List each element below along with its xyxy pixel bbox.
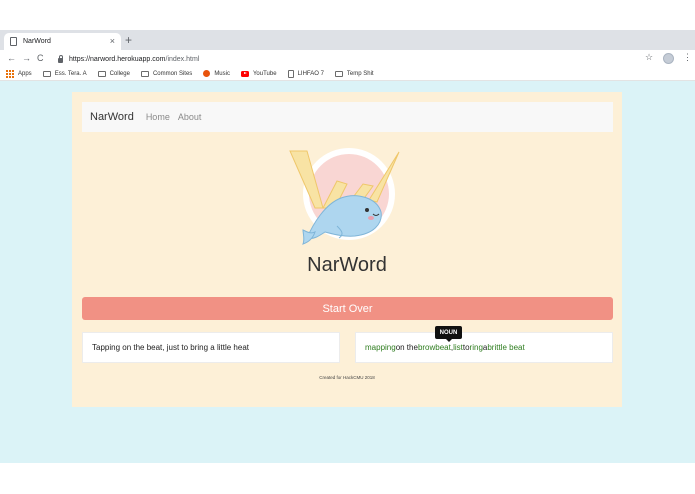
apps-grid-icon bbox=[6, 69, 14, 78]
screen-bottom-margin bbox=[0, 463, 695, 494]
bookmark-star-icon[interactable]: ☆ bbox=[645, 52, 653, 63]
folder-icon bbox=[97, 70, 106, 77]
word-list[interactable]: list bbox=[453, 343, 463, 352]
narwhal-cheek bbox=[368, 216, 374, 220]
youtube-icon bbox=[240, 70, 249, 77]
tab-title: NarWord bbox=[23, 38, 51, 45]
folder-icon bbox=[140, 70, 149, 77]
narwhal-logo bbox=[289, 148, 400, 245]
page-icon bbox=[287, 69, 294, 78]
generated-lyric-box: mapping on the browbeat, list to ring a … bbox=[355, 332, 613, 363]
bookmark-label: LIHFAO 7 bbox=[297, 70, 324, 77]
part-of-speech-tooltip: NOUN bbox=[435, 326, 462, 342]
footer-credit: Created for HackCMU 2018 bbox=[319, 375, 375, 380]
narwhal-eye bbox=[365, 208, 369, 212]
navbar-brand[interactable]: NarWord bbox=[90, 111, 134, 123]
original-lyric-box: Tapping on the beat, just to bring a lit… bbox=[82, 332, 340, 363]
folder-icon bbox=[42, 70, 51, 77]
word-brittle-beat[interactable]: brittle beat bbox=[487, 343, 524, 352]
page-title: NarWord bbox=[307, 254, 387, 276]
back-button[interactable]: ← bbox=[7, 51, 16, 65]
reload-button[interactable]: C bbox=[37, 51, 44, 65]
bookmark-lihfao[interactable]: LIHFAO 7 bbox=[287, 69, 324, 78]
tab-close-button[interactable]: × bbox=[110, 37, 115, 46]
address-bar[interactable]: https://narword.herokuapp.com/index.html bbox=[52, 52, 652, 66]
lyric-text: to bbox=[462, 343, 470, 352]
nav-link-home[interactable]: Home bbox=[146, 112, 170, 122]
forward-button[interactable]: → bbox=[22, 51, 31, 65]
bookmark-label: College bbox=[109, 70, 130, 77]
bookmark-label: Ess. Tera. A bbox=[54, 70, 87, 77]
original-lyric-text: Tapping on the beat, just to bring a lit… bbox=[92, 343, 249, 352]
lyric-text: on the bbox=[395, 343, 418, 352]
bookmarks-bar: Apps Ess. Tera. A College Common Sites M… bbox=[0, 67, 695, 81]
url-text: https://narword.herokuapp.com/index.html bbox=[69, 55, 200, 63]
word-mapping[interactable]: mapping bbox=[365, 343, 396, 352]
bookmark-college[interactable]: College bbox=[97, 70, 130, 77]
bookmark-label: Temp Shit bbox=[346, 70, 374, 77]
nav-link-about[interactable]: About bbox=[178, 112, 202, 122]
page-icon bbox=[10, 37, 17, 46]
browser-tab[interactable]: NarWord × bbox=[4, 33, 121, 50]
bookmark-common-sites[interactable]: Common Sites bbox=[140, 70, 193, 77]
lock-icon bbox=[58, 54, 63, 63]
word-ring[interactable]: ring bbox=[470, 343, 483, 352]
word-browbeat[interactable]: browbeat bbox=[418, 343, 451, 352]
bookmark-label: Music bbox=[214, 70, 230, 77]
bookmark-music[interactable]: Music bbox=[203, 70, 230, 77]
new-tab-button[interactable]: + bbox=[125, 34, 132, 46]
folder-icon bbox=[334, 70, 343, 77]
bookmark-apps[interactable]: Apps bbox=[6, 69, 32, 78]
bookmark-label: YouTube bbox=[252, 70, 277, 77]
music-icon bbox=[203, 70, 211, 77]
bookmark-ess-tera[interactable]: Ess. Tera. A bbox=[42, 70, 87, 77]
bookmark-label: Common Sites bbox=[152, 70, 193, 77]
bookmark-label: Apps bbox=[18, 70, 32, 77]
screen-top-margin bbox=[0, 0, 695, 30]
bookmark-youtube[interactable]: YouTube bbox=[240, 70, 277, 77]
browser-menu-icon[interactable]: ⋮ bbox=[683, 52, 692, 63]
start-over-button[interactable]: Start Over bbox=[82, 297, 613, 320]
site-navbar: NarWord Home About bbox=[82, 102, 613, 132]
profile-avatar[interactable] bbox=[663, 53, 674, 64]
bookmark-temp[interactable]: Temp Shit bbox=[334, 70, 374, 77]
